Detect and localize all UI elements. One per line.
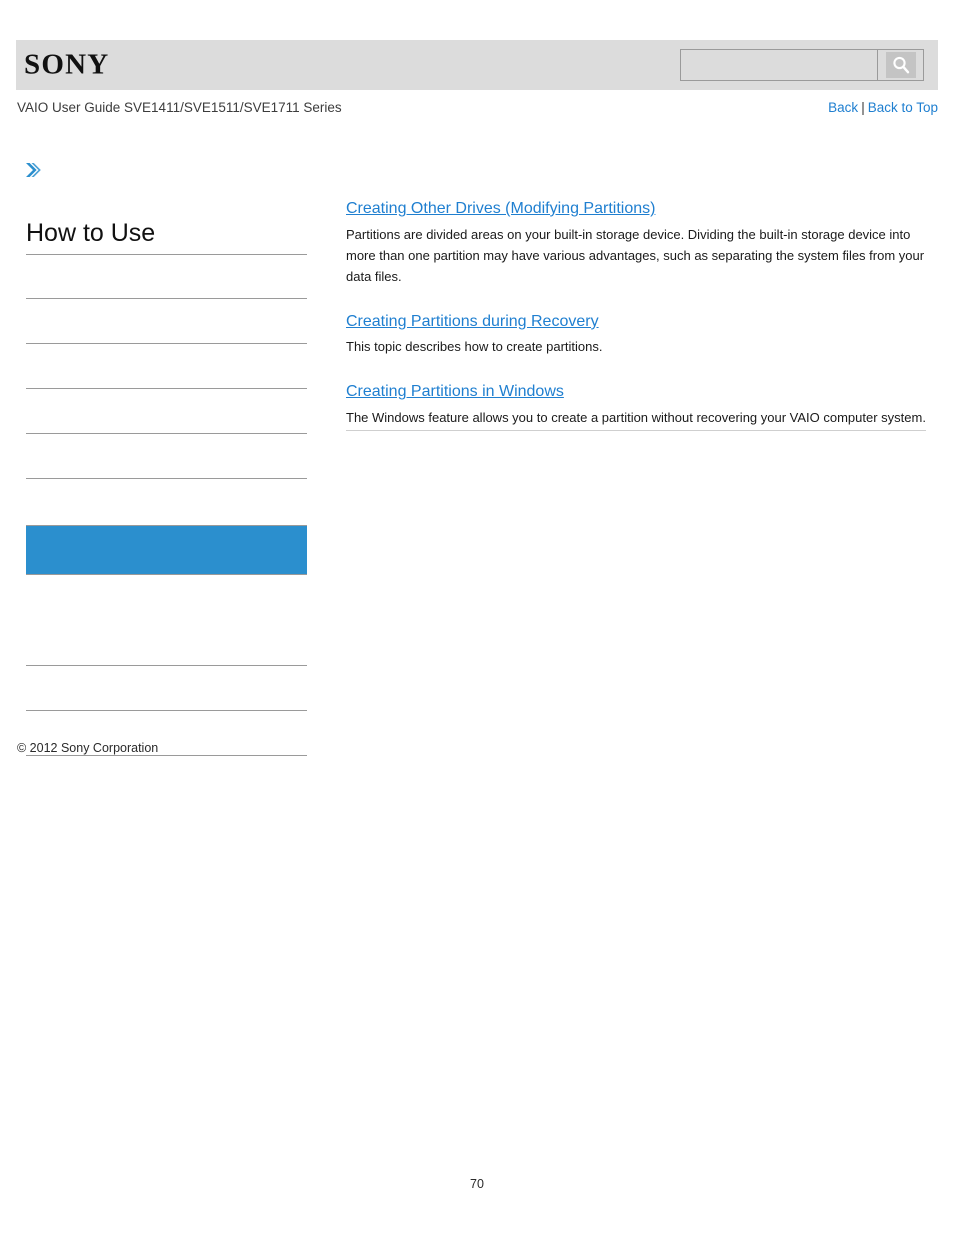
double-chevron-right-icon[interactable] xyxy=(24,160,42,180)
copyright-text: © 2012 Sony Corporation xyxy=(17,741,159,755)
sidebar-item-2[interactable] xyxy=(26,299,307,344)
back-to-top-link[interactable]: Back to Top xyxy=(868,100,938,115)
sidebar-nav xyxy=(26,254,307,756)
header-band: SONY xyxy=(16,40,938,90)
sony-logo: SONY xyxy=(24,48,110,81)
sidebar-item-8[interactable] xyxy=(26,575,307,621)
entry-title-link[interactable]: Creating Other Drives (Modifying Partiti… xyxy=(346,198,655,220)
search-button[interactable] xyxy=(877,50,923,80)
page-title: How to Use xyxy=(26,219,307,255)
search-box xyxy=(680,49,924,81)
sidebar-item-10[interactable] xyxy=(26,666,307,711)
entry-title-link[interactable]: Creating Partitions during Recovery xyxy=(346,311,599,333)
content-divider xyxy=(346,430,926,431)
entry-description: The Windows feature allows you to create… xyxy=(346,409,926,425)
sidebar-item-4[interactable] xyxy=(26,389,307,434)
sidebar-item-3[interactable] xyxy=(26,344,307,389)
entry-title-link[interactable]: Creating Partitions in Windows xyxy=(346,381,564,403)
sidebar-item-6[interactable] xyxy=(26,479,307,525)
back-link[interactable]: Back xyxy=(828,100,858,115)
search-input[interactable] xyxy=(681,50,877,80)
sidebar-item-1[interactable] xyxy=(26,254,307,299)
content-entry: Creating Partitions during Recovery This… xyxy=(346,311,926,358)
sidebar-item-5[interactable] xyxy=(26,434,307,479)
sidebar-item-selected[interactable] xyxy=(26,525,307,575)
breadcrumb: VAIO User Guide SVE1411/SVE1511/SVE1711 … xyxy=(0,100,954,124)
content-entry: Creating Partitions in Windows The Windo… xyxy=(346,381,926,428)
search-icon xyxy=(885,52,916,78)
content-entry: Creating Other Drives (Modifying Partiti… xyxy=(346,198,926,287)
link-separator: | xyxy=(861,100,865,115)
nav-links: Back | Back to Top xyxy=(828,100,938,115)
page-number: 70 xyxy=(470,1177,484,1191)
main-content: Creating Other Drives (Modifying Partiti… xyxy=(346,198,926,428)
entry-description: Partitions are divided areas on your bui… xyxy=(346,226,925,284)
guide-title: VAIO User Guide SVE1411/SVE1511/SVE1711 … xyxy=(17,100,342,115)
sidebar-item-9[interactable] xyxy=(26,621,307,666)
entry-description: This topic describes how to create parti… xyxy=(346,339,603,355)
